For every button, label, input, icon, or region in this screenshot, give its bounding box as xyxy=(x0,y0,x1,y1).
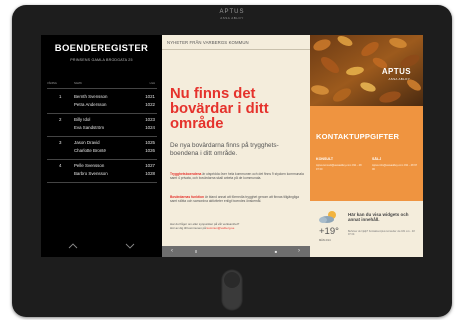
device-brand: APTUS ASSA ABLOY xyxy=(12,9,452,20)
apartment-number: 1026 xyxy=(145,148,155,153)
register-title: BOENDEREGISTER xyxy=(54,43,149,54)
resident-name: Barbro Svensson xyxy=(74,171,108,176)
column-name: NAMN xyxy=(74,82,82,85)
resident-row[interactable]: 2 Billy Idol 1023 xyxy=(47,117,157,125)
resident-row[interactable]: Eva Sandström 1024 xyxy=(47,125,157,133)
news-panel: NYHETER FRÅN VARBERGS KOMMUN Nu finns de… xyxy=(162,35,310,257)
resident-name: Bernth Svensson xyxy=(74,94,108,99)
consultant-contact: Aptus.konsult@aswaddey.com 031 - 48 97 0… xyxy=(316,164,362,171)
news-headline: Nu finns det bovärdar i ditt område xyxy=(170,86,269,132)
resident-name: Eva Sandström xyxy=(74,125,105,130)
aptus-logo-sub: ASSA ABLOY xyxy=(388,77,410,81)
tablet-device: APTUS ASSA ABLOY BOENDEREGISTER PRINSENS… xyxy=(12,5,452,317)
home-button[interactable] xyxy=(221,269,243,311)
temperature: +19° xyxy=(319,226,339,237)
news-lede: De nya bovärdarna finns på trygghets-boe… xyxy=(170,142,279,157)
news-header-label: NYHETER FRÅN VARBERGS KOMMUN xyxy=(167,39,249,45)
resident-row[interactable]: 1 Bernth Svensson 1021 xyxy=(47,94,157,102)
floor-number: 3 xyxy=(59,140,62,145)
resident-row[interactable]: Petra Andersson 1022 xyxy=(47,102,157,110)
resident-row[interactable]: 4 Pelle Svensson 1027 xyxy=(47,163,157,171)
aptus-logo: APTUS xyxy=(381,67,411,76)
news-paragraph: Bovärdarnas funktion är bland annat att … xyxy=(170,195,306,204)
resident-name: Billy Idol xyxy=(74,117,91,122)
news-contact-note: Har du frågor om eller synpunkter på vår… xyxy=(170,222,306,230)
consultant-label: KONSULT xyxy=(316,157,334,161)
contact-panel: KONTAKTUPPGIFTER KONSULT Aptus.konsult@a… xyxy=(310,106,423,201)
resident-row[interactable]: Barbro Svensson 1028 xyxy=(47,171,157,179)
widget-title: Här kan du visa widgets och annat innehå… xyxy=(348,212,409,223)
next-button[interactable]: › xyxy=(292,246,306,257)
resident-row[interactable]: 3 Jason Dravid 1025 xyxy=(47,140,157,148)
resident-name: Jason Dravid xyxy=(74,140,100,145)
apartment-number: 1025 xyxy=(145,140,155,145)
chevron-down-icon xyxy=(125,243,135,249)
sales-contact: Aptus.info@aswaddey.com 031 - 48 97 00 xyxy=(372,164,418,171)
apartment-number: 1021 xyxy=(145,94,155,99)
apartment-number: 1027 xyxy=(145,163,155,168)
widget-text: Behöver du hjälp? Kontakta Aptus konsult… xyxy=(348,230,415,237)
floor-group: 1 Bernth Svensson 1021 Petra Andersson 1… xyxy=(47,90,157,114)
document-button[interactable]: ■ xyxy=(269,246,283,257)
apartment-number: 1022 xyxy=(145,102,155,107)
prev-button[interactable]: ‹ xyxy=(165,246,179,257)
resident-name: Petra Andersson xyxy=(74,102,107,107)
floor-group: 2 Billy Idol 1023 Eva Sandström 1024 xyxy=(47,113,157,137)
home-button-knob xyxy=(224,272,240,288)
scroll-down-button[interactable] xyxy=(125,241,135,251)
column-apartment: LGH xyxy=(149,82,155,85)
contact-link[interactable]: kommun@varberg.se xyxy=(207,226,235,230)
sales-label: SÄLJ xyxy=(372,157,382,161)
pause-button[interactable]: II xyxy=(189,246,203,257)
weather-widget: +19° MÅN 2/14 Här kan du visa widgets oc… xyxy=(310,201,423,257)
resident-name: Pelle Svensson xyxy=(74,163,105,168)
apartment-number: 1023 xyxy=(145,117,155,122)
floor-group: 3 Jason Dravid 1025 Charlotte Brontë 102… xyxy=(47,136,157,160)
register-address: PRINSENS GAMLA BRODGATA 25 xyxy=(70,58,133,62)
floor-group: 4 Pelle Svensson 1027 Barbro Svensson 10… xyxy=(47,159,157,183)
resident-register-panel: BOENDEREGISTER PRINSENS GAMLA BRODGATA 2… xyxy=(41,35,162,257)
screen: BOENDEREGISTER PRINSENS GAMLA BRODGATA 2… xyxy=(41,35,423,257)
temperature-date: MÅN 2/14 xyxy=(319,239,331,242)
scroll-up-button[interactable] xyxy=(68,241,78,251)
floor-number: 4 xyxy=(59,163,62,168)
register-column-headers: VÅNING NAMN LGH xyxy=(47,82,157,89)
floor-number: 2 xyxy=(59,117,62,122)
news-header: NYHETER FRÅN VARBERGS KOMMUN xyxy=(162,35,310,50)
news-navigation-bar: ‹ II ■ › xyxy=(162,246,310,257)
info-panel: APTUS ASSA ABLOY KONTAKTUPPGIFTER KONSUL… xyxy=(310,35,423,257)
column-floor: VÅNING xyxy=(47,82,57,85)
chevron-up-icon xyxy=(68,243,78,249)
floor-number: 1 xyxy=(59,94,62,99)
resident-row[interactable]: Charlotte Brontë 1026 xyxy=(47,148,157,156)
apartment-number: 1024 xyxy=(145,125,155,130)
sun-cloud-icon xyxy=(319,211,336,223)
device-brand-name: APTUS xyxy=(219,9,245,15)
apartment-number: 1028 xyxy=(145,171,155,176)
device-brand-sub: ASSA ABLOY xyxy=(220,16,244,20)
news-paragraph: Trygghetsboendena är utspridda över hela… xyxy=(170,172,306,181)
autumn-leaves-photo: APTUS ASSA ABLOY xyxy=(310,35,423,106)
contact-line-2: Hör av dig till kommunen på xyxy=(170,226,206,230)
contact-title: KONTAKTUPPGIFTER xyxy=(316,132,400,141)
resident-name: Charlotte Brontë xyxy=(74,148,106,153)
